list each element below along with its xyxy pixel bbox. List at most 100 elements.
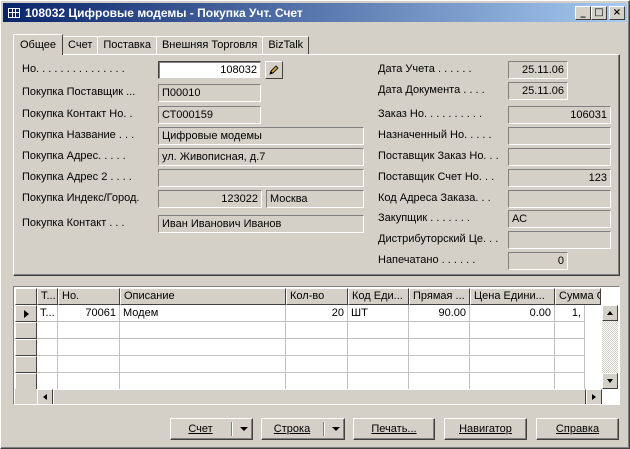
arrow-up-icon <box>607 311 613 315</box>
row-selector[interactable] <box>15 373 37 390</box>
postcode-value[interactable]: 123022 <box>158 190 262 208</box>
edit-pencil-button[interactable] <box>265 61 283 79</box>
cell-no[interactable]: 70061 <box>58 305 120 322</box>
scroll-down-button[interactable] <box>602 373 618 389</box>
no-input[interactable]: 108032 <box>158 61 261 79</box>
field-label: Покупка Контакт Но. . <box>22 108 133 120</box>
scroll-track[interactable] <box>602 321 618 373</box>
form-icon <box>7 6 21 19</box>
column-header[interactable]: Прямая ... <box>409 288 470 305</box>
field-label: Дистрибуторский Це. . . <box>378 233 499 245</box>
vendor-invoice-no-value[interactable]: 123 <box>508 169 611 187</box>
table-row[interactable] <box>15 339 585 356</box>
general-panel: Но. . . . . . . . . . . . . . . 108032 П… <box>13 54 620 276</box>
field-label: Покупка Контакт . . . <box>22 217 125 229</box>
purchaser-value[interactable]: АС <box>508 210 611 228</box>
posting-date-value[interactable]: 25.11.06 <box>508 61 568 79</box>
address2-value[interactable] <box>158 169 364 187</box>
vertical-scrollbar[interactable] <box>602 305 618 389</box>
field-vendor-invoice-no: Поставщик Счет Но. . . 123 <box>378 169 614 187</box>
field-assigned-no: Назначенный Но. . . . . <box>378 127 614 145</box>
field-label: Назначенный Но. . . . . <box>378 129 492 141</box>
vendor-value[interactable]: П00010 <box>158 84 261 102</box>
printed-value[interactable]: 0 <box>508 252 568 270</box>
field-label: Покупка Адрес. . . . . <box>22 150 126 162</box>
dropdown-arrow-icon <box>332 427 340 431</box>
document-date-value[interactable]: 25.11.06 <box>508 82 568 100</box>
column-header[interactable]: Цена Едини... <box>470 288 555 305</box>
name-value[interactable]: Цифровые модемы <box>158 127 364 145</box>
button-label: Навигатор <box>459 423 512 435</box>
column-header[interactable]: Сумма С <box>555 288 601 305</box>
scroll-up-button[interactable] <box>602 305 618 321</box>
row-selector[interactable] <box>15 305 37 322</box>
line-menu-button[interactable]: Строка <box>261 418 345 440</box>
cell-direct-cost[interactable]: 90.00 <box>409 305 470 322</box>
field-address: Покупка Адрес. . . . . ул. Живописная, д… <box>22 148 372 166</box>
grid-corner-bottom <box>15 389 37 404</box>
row-selector[interactable] <box>15 339 37 356</box>
column-header[interactable]: Т... <box>37 288 58 305</box>
maximize-button[interactable]: □ <box>591 5 607 20</box>
contact-value[interactable]: Иван Иванович Иванов <box>158 215 364 233</box>
table-row[interactable]: Т... 70061 Модем 20 ШТ 90.00 0.00 1, <box>15 305 585 322</box>
field-label: Покупка Адрес 2 . . . . <box>22 171 132 183</box>
current-row-arrow-icon <box>24 310 29 318</box>
tab-biztalk[interactable]: BizTalk <box>262 36 310 55</box>
field-postcode-city: Покупка Индекс/Город. 123022 Москва <box>22 190 372 208</box>
scroll-right-button[interactable] <box>586 389 602 404</box>
field-order-address-code: Код Адреса Заказа. . . <box>378 190 614 208</box>
field-purchaser: Закупщик . . . . . . . АС <box>378 210 614 228</box>
order-address-code-value[interactable] <box>508 190 611 208</box>
tab-shipping[interactable]: Поставка <box>97 36 157 55</box>
title-bar: 108032 Цифровые модемы - Покупка Учт. Сч… <box>3 3 627 22</box>
scroll-thumb[interactable] <box>53 389 586 404</box>
field-posting-date: Дата Учета . . . . . . 25.11.06 <box>378 61 614 79</box>
contact-no-value[interactable]: СТ000159 <box>158 106 261 124</box>
print-button[interactable]: Печать... <box>353 418 435 440</box>
horizontal-scrollbar[interactable] <box>37 389 602 404</box>
field-vendor-order-no: Поставщик Заказ Но. . . <box>378 148 614 166</box>
tab-strip: Общее Счет Поставка Внешняя Торговля Biz… <box>13 34 310 55</box>
table-row[interactable] <box>15 322 585 339</box>
invoice-menu-button[interactable]: Счет <box>170 418 253 440</box>
row-selector[interactable] <box>15 322 37 339</box>
table-row[interactable] <box>15 373 585 390</box>
scroll-left-button[interactable] <box>37 389 53 404</box>
column-header[interactable]: Описание <box>120 288 286 305</box>
cell-type[interactable]: Т... <box>37 305 58 322</box>
field-label: Поставщик Счет Но. . . <box>378 171 495 183</box>
navigator-button[interactable]: Навигатор <box>444 418 527 440</box>
button-label: Справка <box>555 423 600 435</box>
tab-invoice[interactable]: Счет <box>62 36 99 55</box>
cell-unit-code[interactable]: ШТ <box>348 305 409 322</box>
row-selector[interactable] <box>15 356 37 373</box>
help-button[interactable]: Справка <box>536 418 619 440</box>
city-value[interactable]: Москва <box>266 190 364 208</box>
order-no-value[interactable]: 106031 <box>508 106 611 124</box>
field-label: Код Адреса Заказа. . . <box>378 192 491 204</box>
close-button[interactable]: × <box>609 5 625 20</box>
tab-foreign-trade[interactable]: Внешняя Торговля <box>155 36 264 55</box>
cell-amount[interactable]: 1, <box>555 305 585 322</box>
distributor-value[interactable] <box>508 231 611 249</box>
minimize-button[interactable]: _ <box>575 5 591 20</box>
field-contact-no: Покупка Контакт Но. . СТ000159 <box>22 106 372 124</box>
column-header[interactable]: Но. <box>58 288 120 305</box>
lines-grid: Т... Но. Описание Кол-во Код Еди... Прям… <box>13 286 620 405</box>
arrow-right-icon <box>592 394 596 400</box>
column-header[interactable]: Кол-во <box>286 288 348 305</box>
address-value[interactable]: ул. Живописная, д.7 <box>158 148 364 166</box>
field-order-no: Заказ Но. . . . . . . . . . 106031 <box>378 106 614 124</box>
field-vendor: Покупка Поставщик ... П00010 <box>22 84 372 102</box>
vendor-order-no-value[interactable] <box>508 148 611 166</box>
cell-quantity[interactable]: 20 <box>286 305 348 322</box>
table-row[interactable] <box>15 356 585 373</box>
assigned-no-value[interactable] <box>508 127 611 145</box>
cell-description[interactable]: Модем <box>120 305 286 322</box>
tab-general[interactable]: Общее <box>13 34 64 55</box>
field-label: Но. . . . . . . . . . . . . . . <box>22 63 125 75</box>
field-contact: Покупка Контакт . . . Иван Иванович Иван… <box>22 215 372 233</box>
column-header[interactable]: Код Еди... <box>348 288 409 305</box>
cell-unit-price[interactable]: 0.00 <box>470 305 555 322</box>
